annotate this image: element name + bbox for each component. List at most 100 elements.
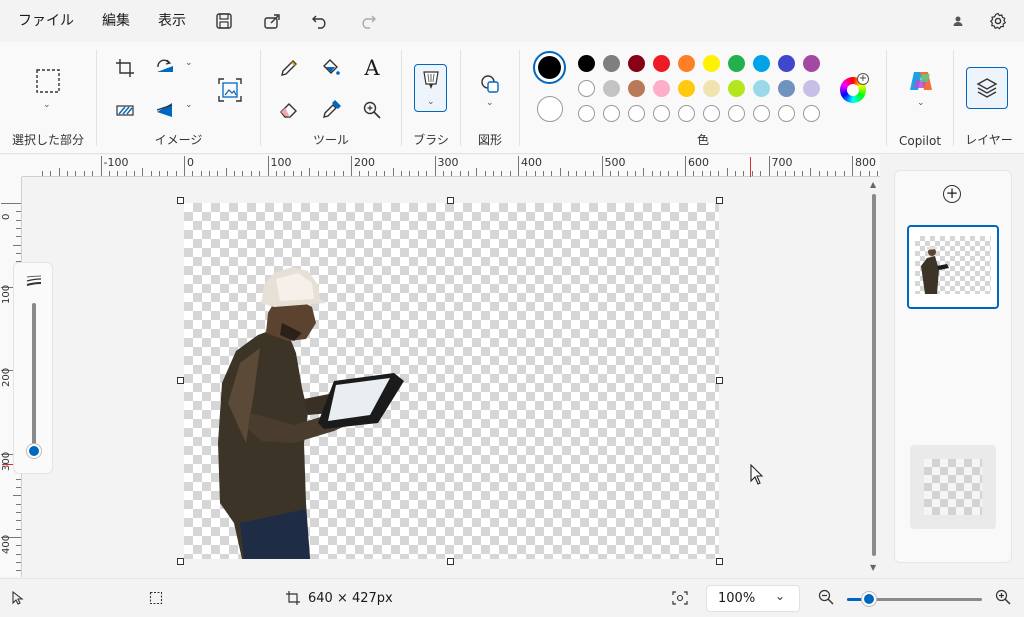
- palette-color-swatch[interactable]: [653, 80, 670, 97]
- canvas-workspace[interactable]: [22, 177, 880, 577]
- palette-color-swatch[interactable]: [728, 80, 745, 97]
- add-layer-icon[interactable]: +: [943, 185, 961, 203]
- color-picker-icon[interactable]: [317, 96, 345, 124]
- resize-handle-top[interactable]: [447, 197, 454, 204]
- resize-handle-left[interactable]: [177, 377, 184, 384]
- brush-size-thumb[interactable]: [27, 444, 41, 458]
- brush-button[interactable]: ⌄: [414, 64, 447, 112]
- settings-gear-icon[interactable]: [986, 9, 1010, 33]
- ruler-tick: [351, 156, 352, 176]
- zoom-in-icon[interactable]: [995, 589, 1011, 609]
- ruler-tick: [309, 168, 311, 176]
- shapes-icon[interactable]: [476, 70, 504, 98]
- edit-colors-button[interactable]: +: [840, 73, 869, 103]
- menu-edit[interactable]: 編集: [88, 0, 144, 42]
- flip-icon[interactable]: [151, 96, 179, 124]
- eraser-icon[interactable]: [275, 96, 303, 124]
- palette-color-swatch[interactable]: [778, 105, 795, 122]
- canvas-image[interactable]: [184, 203, 719, 559]
- ruler-tick: [50, 171, 52, 176]
- palette-color-swatch[interactable]: [753, 80, 770, 97]
- resize-handle-top-right[interactable]: [716, 197, 723, 204]
- resize-handle-bottom[interactable]: [447, 558, 454, 565]
- resize-handle-bottom-right[interactable]: [716, 558, 723, 565]
- resize-icon[interactable]: [111, 96, 139, 124]
- colors-group-label: 色: [696, 133, 709, 147]
- brush-size-track[interactable]: [32, 303, 36, 449]
- account-icon[interactable]: [946, 9, 970, 33]
- ruler-tick: [685, 156, 686, 176]
- menu-view[interactable]: 表示: [144, 0, 200, 42]
- palette-color-swatch[interactable]: [703, 80, 720, 97]
- vertical-scrollbar[interactable]: ▲ ▼: [867, 178, 881, 576]
- palette-color-swatch[interactable]: [628, 55, 645, 72]
- scroll-up-arrow-icon[interactable]: ▲: [870, 180, 876, 189]
- palette-color-swatch[interactable]: [678, 105, 695, 122]
- crop-icon[interactable]: [111, 54, 139, 82]
- palette-color-swatch[interactable]: [753, 105, 770, 122]
- palette-color-swatch[interactable]: [578, 80, 595, 97]
- palette-color-swatch[interactable]: [728, 55, 745, 72]
- palette-color-swatch[interactable]: [803, 105, 820, 122]
- empty-layer-checker: [924, 459, 982, 515]
- rotate-icon[interactable]: [151, 54, 179, 82]
- resize-handle-right[interactable]: [716, 377, 723, 384]
- ruler-label: 400: [521, 156, 542, 169]
- ruler-tick: [300, 171, 302, 176]
- select-rectangle-icon[interactable]: [33, 66, 63, 96]
- layer-thumbnail-active[interactable]: [907, 225, 999, 309]
- redo-icon[interactable]: [352, 5, 384, 37]
- layers-button[interactable]: [966, 67, 1008, 109]
- copilot-chevron-down-icon[interactable]: ⌄: [917, 98, 925, 108]
- menu-file[interactable]: ファイル: [4, 0, 88, 42]
- resize-handle-top-left[interactable]: [177, 197, 184, 204]
- palette-color-swatch[interactable]: [628, 105, 645, 122]
- palette-color-swatch[interactable]: [578, 105, 595, 122]
- palette-color-swatch[interactable]: [653, 105, 670, 122]
- secondary-color-swatch[interactable]: [537, 96, 563, 122]
- layer-thumbnail-empty[interactable]: [910, 445, 996, 529]
- magnifier-icon[interactable]: [358, 96, 386, 124]
- palette-color-swatch[interactable]: [803, 80, 820, 97]
- pencil-icon[interactable]: [275, 54, 303, 82]
- selection-chevron-down-icon[interactable]: ⌄: [43, 100, 51, 110]
- copilot-group-label: Copilot: [898, 134, 942, 148]
- text-tool-icon[interactable]: A: [358, 54, 386, 82]
- undo-icon[interactable]: [304, 5, 336, 37]
- palette-color-swatch[interactable]: [728, 105, 745, 122]
- scroll-down-arrow-icon[interactable]: ▼: [870, 563, 876, 572]
- palette-color-swatch[interactable]: [678, 80, 695, 97]
- palette-color-swatch[interactable]: [703, 55, 720, 72]
- ruler-tick: [492, 171, 494, 176]
- scroll-thumb[interactable]: [872, 194, 876, 556]
- palette-color-swatch[interactable]: [678, 55, 695, 72]
- rotate-chevron-down-icon[interactable]: ⌄: [185, 58, 193, 68]
- palette-color-swatch[interactable]: [653, 55, 670, 72]
- zoom-slider-thumb[interactable]: [862, 592, 876, 606]
- palette-color-swatch[interactable]: [603, 105, 620, 122]
- save-icon[interactable]: [208, 5, 240, 37]
- ruler-label: -100: [103, 156, 129, 169]
- copilot-icon[interactable]: [908, 68, 934, 94]
- palette-color-swatch[interactable]: [603, 80, 620, 97]
- fit-to-window-icon[interactable]: [672, 591, 688, 609]
- palette-color-swatch[interactable]: [628, 80, 645, 97]
- palette-color-swatch[interactable]: [578, 55, 595, 72]
- palette-color-swatch[interactable]: [603, 55, 620, 72]
- palette-color-swatch[interactable]: [778, 80, 795, 97]
- shapes-chevron-down-icon[interactable]: ⌄: [486, 98, 494, 108]
- ruler-tick: [835, 171, 837, 176]
- palette-color-swatch[interactable]: [803, 55, 820, 72]
- image-background-icon[interactable]: [215, 75, 245, 105]
- palette-color-swatch[interactable]: [778, 55, 795, 72]
- flip-chevron-down-icon[interactable]: ⌄: [185, 100, 193, 110]
- zoom-out-icon[interactable]: [818, 589, 834, 609]
- ruler-tick: [618, 171, 620, 176]
- zoom-select[interactable]: 100% ⌄: [706, 585, 800, 612]
- share-icon[interactable]: [256, 5, 288, 37]
- fill-bucket-icon[interactable]: [317, 54, 345, 82]
- palette-color-swatch[interactable]: [703, 105, 720, 122]
- resize-handle-bottom-left[interactable]: [177, 558, 184, 565]
- palette-color-swatch[interactable]: [753, 55, 770, 72]
- primary-color-swatch[interactable]: [533, 51, 566, 84]
